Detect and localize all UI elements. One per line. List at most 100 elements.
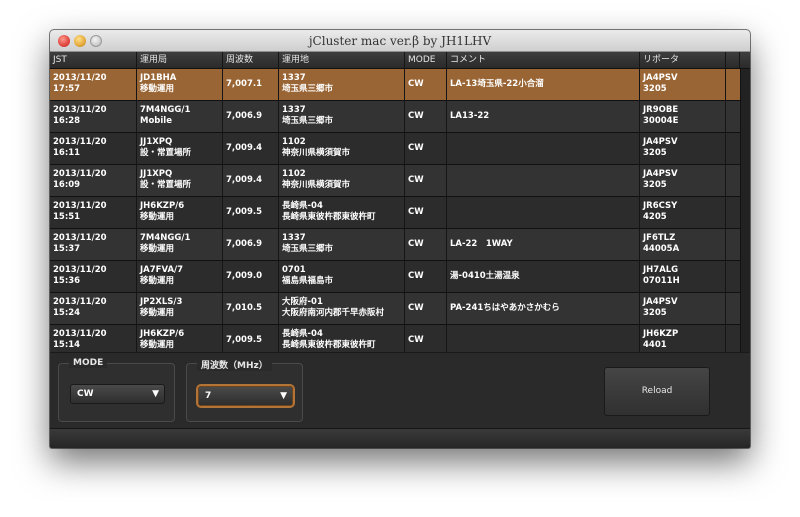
cell-comment: PA-241ちはやあかさかむら	[447, 293, 640, 325]
cell-station: JA7FVA/7 移動運用	[137, 261, 223, 293]
cell-comment: LA-13埼玉県-22小合溜	[447, 69, 640, 101]
table-row[interactable]: 2013/11/20 17:57 JD1BHA 移動運用 7,007.1 1337 埼…	[50, 69, 740, 101]
cell-extra	[726, 261, 740, 293]
cell-station: JH6KZP/6 移動運用	[137, 197, 223, 229]
frequency-select-value: 7	[205, 391, 212, 401]
cell-frequency: 7,010.5	[223, 293, 279, 325]
cell-location: 1102 神奈川県横須賀市	[279, 165, 405, 197]
mode-group: MODE CW ▼	[58, 358, 175, 422]
cell-mode: CW	[405, 261, 447, 293]
cell-extra	[726, 165, 740, 197]
column-header-extra	[726, 52, 740, 69]
cell-reporter: JF6TLZ 44005A	[640, 229, 726, 261]
chevron-down-icon: ▼	[152, 389, 159, 399]
cell-jst: 2013/11/20 15:24	[50, 293, 137, 325]
reload-button[interactable]: Reload	[604, 367, 710, 416]
table-row[interactable]: 2013/11/20 15:24 JP2XLS/3 移動運用 7,010.5 大阪府…	[50, 293, 740, 325]
cell-extra	[726, 133, 740, 165]
cell-station: JJ1XPQ 設・常置場所	[137, 165, 223, 197]
spot-table: JST 運用局 周波数 運用地 MODE コメント リポータ 2013/11/2…	[50, 52, 750, 357]
table-row[interactable]: 2013/11/20 16:11 JJ1XPQ 設・常置場所 7,009.4 110…	[50, 133, 740, 165]
cell-jst: 2013/11/20 15:37	[50, 229, 137, 261]
cell-station: 7M4NGG/1 Mobile	[137, 101, 223, 133]
column-header-mode[interactable]: MODE	[405, 52, 447, 69]
cell-mode: CW	[405, 165, 447, 197]
cell-reporter: JA4PSV 3205	[640, 133, 726, 165]
cell-location: 長崎県-04 長崎県東彼杵郡東彼杵町	[279, 197, 405, 229]
cell-station: JJ1XPQ 設・常置場所	[137, 133, 223, 165]
cell-mode: CW	[405, 197, 447, 229]
cell-extra	[726, 293, 740, 325]
mode-group-label: MODE	[69, 358, 108, 368]
cell-comment: LA13-22	[447, 101, 640, 133]
cell-comment	[447, 197, 640, 229]
mode-select[interactable]: CW ▼	[70, 384, 165, 404]
app-window: jCluster mac ver.β by JH1LHV JST 運用局 周波数…	[50, 30, 750, 448]
control-panel: MODE CW ▼ 周波数（MHz） 7 ▼ Reload	[50, 352, 750, 428]
cell-location: 0701 福島県福島市	[279, 261, 405, 293]
table-row[interactable]: 2013/11/20 16:28 7M4NGG/1 Mobile 7,006.9 1…	[50, 101, 740, 133]
cell-station: JP2XLS/3 移動運用	[137, 293, 223, 325]
cell-reporter: JA4PSV 3205	[640, 293, 726, 325]
cell-frequency: 7,009.4	[223, 133, 279, 165]
cell-jst: 2013/11/20 17:57	[50, 69, 137, 101]
cell-jst: 2013/11/20 16:28	[50, 101, 137, 133]
cell-frequency: 7,009.0	[223, 261, 279, 293]
cell-mode: CW	[405, 101, 447, 133]
cell-comment	[447, 165, 640, 197]
table-header: JST 運用局 周波数 運用地 MODE コメント リポータ	[50, 52, 750, 69]
cell-location: 大阪府-01 大阪府南河内郡千早赤阪村	[279, 293, 405, 325]
cell-location: 1337 埼玉県三郷市	[279, 101, 405, 133]
cell-frequency: 7,006.9	[223, 101, 279, 133]
cell-station: JD1BHA 移動運用	[137, 69, 223, 101]
table-row[interactable]: 2013/11/20 15:37 7M4NGG/1 移動運用 7,006.9 133…	[50, 229, 740, 261]
cell-station: 7M4NGG/1 移動運用	[137, 229, 223, 261]
cell-mode: CW	[405, 293, 447, 325]
column-header-frequency[interactable]: 周波数	[223, 52, 279, 69]
frequency-select[interactable]: 7 ▼	[198, 386, 293, 406]
cell-reporter: JR6CSY 4205	[640, 197, 726, 229]
cell-comment	[447, 133, 640, 165]
title-bar[interactable]: jCluster mac ver.β by JH1LHV	[50, 30, 750, 52]
cell-frequency: 7,006.9	[223, 229, 279, 261]
cell-mode: CW	[405, 133, 447, 165]
cell-jst: 2013/11/20 16:09	[50, 165, 137, 197]
column-header-station[interactable]: 運用局	[137, 52, 223, 69]
cell-extra	[726, 69, 740, 101]
cell-reporter: JH7ALG 07011H	[640, 261, 726, 293]
cell-mode: CW	[405, 229, 447, 261]
cell-extra	[726, 101, 740, 133]
table-row[interactable]: 2013/11/20 15:36 JA7FVA/7 移動運用 7,009.0 070…	[50, 261, 740, 293]
column-header-jst[interactable]: JST	[50, 52, 137, 69]
frequency-group-label: 周波数（MHz）	[197, 358, 272, 371]
frequency-group: 周波数（MHz） 7 ▼	[186, 358, 303, 422]
cell-comment: 湯-0410土湯温泉	[447, 261, 640, 293]
cell-reporter: JA4PSV 3205	[640, 165, 726, 197]
table-row[interactable]: 2013/11/20 16:09 JJ1XPQ 設・常置場所 7,009.4 110…	[50, 165, 740, 197]
cell-frequency: 7,007.1	[223, 69, 279, 101]
table-scrollbar[interactable]	[740, 69, 750, 352]
table-body: 2013/11/20 17:57 JD1BHA 移動運用 7,007.1 1337 埼…	[50, 69, 750, 357]
cell-location: 1102 神奈川県横須賀市	[279, 133, 405, 165]
cell-jst: 2013/11/20 15:51	[50, 197, 137, 229]
cell-jst: 2013/11/20 16:11	[50, 133, 137, 165]
cell-frequency: 7,009.4	[223, 165, 279, 197]
status-bar	[50, 428, 750, 448]
cell-extra	[726, 229, 740, 261]
cell-reporter: JR9OBE 30004E	[640, 101, 726, 133]
table-row[interactable]: 2013/11/20 15:51 JH6KZP/6 移動運用 7,009.5 長崎県…	[50, 197, 740, 229]
cell-jst: 2013/11/20 15:36	[50, 261, 137, 293]
column-header-location[interactable]: 運用地	[279, 52, 405, 69]
chevron-down-icon: ▼	[280, 391, 287, 401]
cell-mode: CW	[405, 69, 447, 101]
column-header-comment[interactable]: コメント	[447, 52, 640, 69]
cell-reporter: JA4PSV 3205	[640, 69, 726, 101]
cell-frequency: 7,009.5	[223, 197, 279, 229]
window-title: jCluster mac ver.β by JH1LHV	[308, 34, 492, 48]
column-header-reporter[interactable]: リポータ	[640, 52, 726, 69]
cell-location: 1337 埼玉県三郷市	[279, 229, 405, 261]
cell-comment: LA-22 1WAY	[447, 229, 640, 261]
cell-location: 1337 埼玉県三郷市	[279, 69, 405, 101]
cell-extra	[726, 197, 740, 229]
mode-select-value: CW	[77, 389, 94, 399]
